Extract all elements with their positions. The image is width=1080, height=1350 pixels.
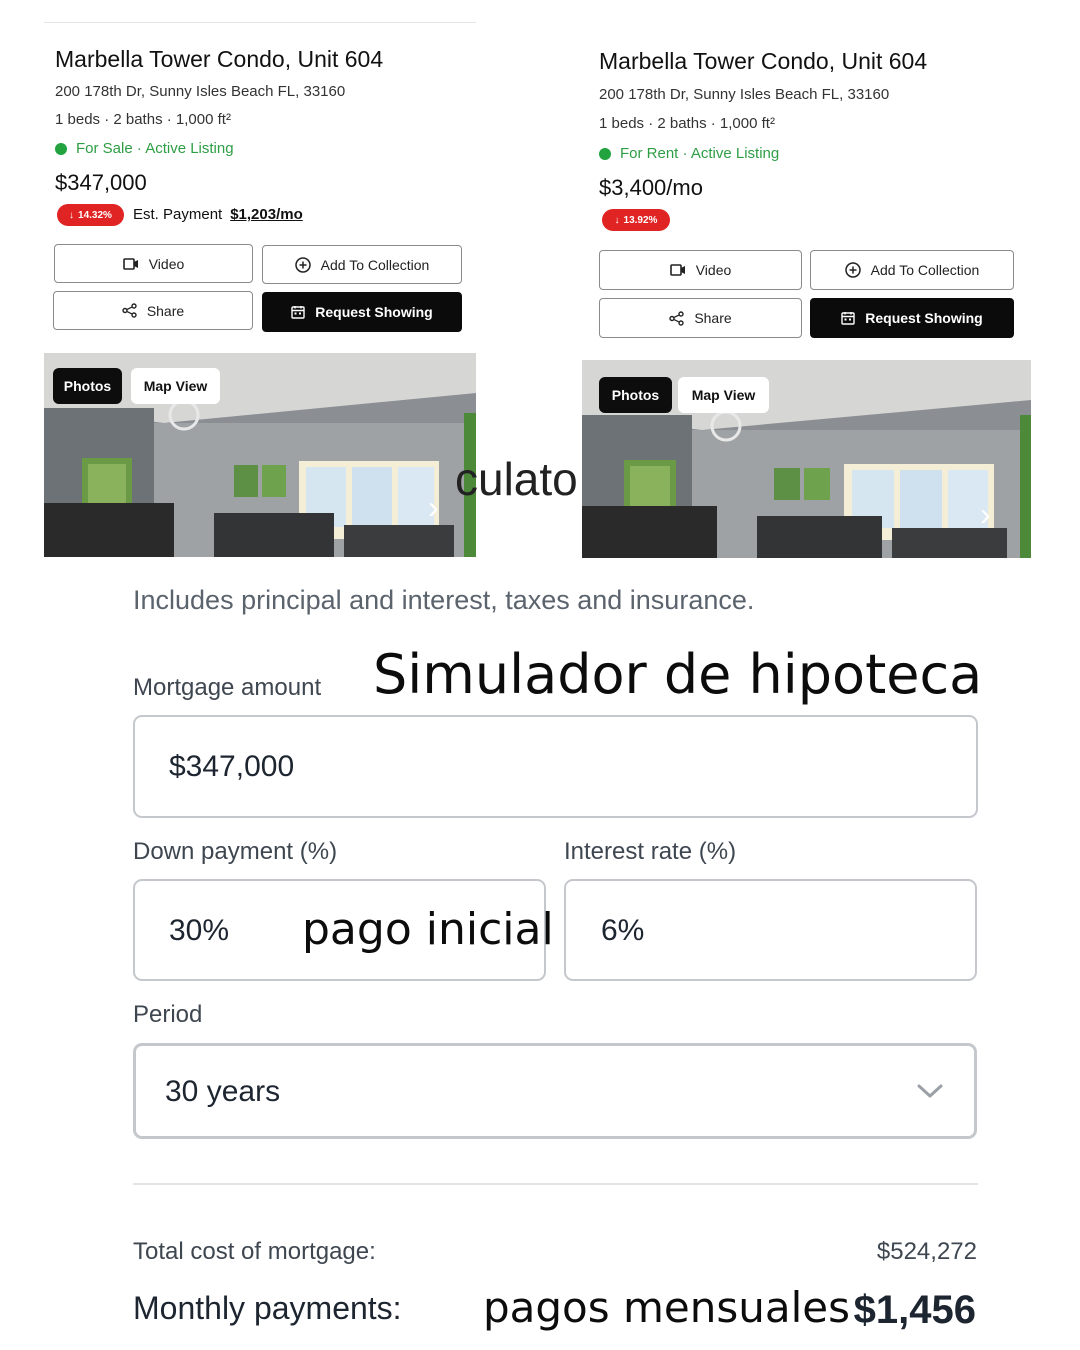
chevron-right-icon[interactable]: › bbox=[428, 491, 439, 523]
chevron-down-icon bbox=[916, 1082, 944, 1105]
video-camera-icon bbox=[669, 264, 686, 276]
est-payment-link[interactable]: $1,203/mo bbox=[230, 206, 303, 223]
simulator-overlay-text: Simulador de hipoteca bbox=[373, 643, 983, 706]
listing-photo[interactable]: Photos Map View › bbox=[582, 360, 1031, 558]
share-label: Share bbox=[694, 310, 732, 326]
calculator-subtitle: Includes principal and interest, taxes a… bbox=[133, 585, 755, 615]
est-payment: Est. Payment $1,203/mo bbox=[133, 206, 303, 223]
listing-address: 200 178th Dr, Sunny Isles Beach FL, 3316… bbox=[55, 83, 346, 100]
request-showing-label: Request Showing bbox=[315, 304, 433, 320]
video-button[interactable]: Video bbox=[54, 244, 253, 283]
calendar-icon bbox=[291, 305, 305, 319]
arrow-down-icon: ↓ bbox=[69, 209, 75, 221]
listing-specs: 1 beds · 2 baths · 1,000 ft² bbox=[55, 111, 231, 128]
monthly-payments-value: $1,456 bbox=[853, 1288, 976, 1332]
period-select[interactable]: 30 years bbox=[133, 1043, 977, 1139]
video-button[interactable]: Video bbox=[599, 250, 802, 290]
share-icon bbox=[669, 310, 685, 326]
mortgage-amount-label: Mortgage amount bbox=[133, 674, 322, 701]
divider bbox=[44, 22, 476, 23]
chevron-right-icon[interactable]: › bbox=[980, 498, 991, 530]
plus-circle-icon bbox=[844, 262, 861, 278]
share-button[interactable]: Share bbox=[599, 298, 802, 338]
down-payment-overlay-text: pago inicial bbox=[302, 904, 554, 955]
listing-photo[interactable]: Photos Map View › bbox=[44, 353, 476, 557]
interest-rate-input[interactable]: 6% bbox=[564, 879, 977, 981]
price-change-value: 14.32% bbox=[78, 209, 112, 221]
listing-address: 200 178th Dr, Sunny Isles Beach FL, 3316… bbox=[599, 86, 890, 103]
down-payment-value: 30% bbox=[169, 914, 230, 947]
calculator-heading-partial: culato bbox=[455, 453, 578, 505]
calendar-icon bbox=[841, 311, 855, 325]
listing-title: Marbella Tower Condo, Unit 604 bbox=[599, 48, 928, 74]
request-showing-button[interactable]: Request Showing bbox=[262, 292, 462, 332]
price-change-badge: ↓ 14.32% bbox=[57, 204, 124, 226]
share-button[interactable]: Share bbox=[53, 291, 253, 330]
plus-circle-icon bbox=[294, 256, 311, 273]
arrow-down-icon: ↓ bbox=[614, 214, 620, 226]
listing-status: For Rent · Active Listing bbox=[599, 145, 779, 162]
tab-map-view[interactable]: Map View bbox=[678, 377, 769, 413]
add-to-collection-button[interactable]: Add To Collection bbox=[262, 245, 462, 284]
share-label: Share bbox=[146, 302, 185, 319]
mortgage-amount-input[interactable]: $347,000 bbox=[133, 715, 978, 818]
status-text: For Rent · Active Listing bbox=[620, 145, 780, 162]
listing-status: For Sale · Active Listing bbox=[55, 140, 234, 157]
listing-specs: 1 beds · 2 baths · 1,000 ft² bbox=[599, 115, 775, 132]
mortgage-amount-value: $347,000 bbox=[169, 750, 295, 783]
video-label: Video bbox=[148, 255, 185, 272]
tab-map-view[interactable]: Map View bbox=[131, 368, 220, 404]
period-label: Period bbox=[133, 1001, 203, 1028]
down-payment-label: Down payment (%) bbox=[133, 838, 338, 865]
listing-price: $3,400/mo bbox=[599, 175, 703, 200]
total-cost-label: Total cost of mortgage: bbox=[133, 1238, 376, 1265]
tab-photos[interactable]: Photos bbox=[599, 377, 672, 413]
request-showing-button[interactable]: Request Showing bbox=[810, 298, 1014, 338]
video-label: Video bbox=[695, 262, 732, 278]
listing-price: $347,000 bbox=[55, 170, 147, 195]
divider bbox=[133, 1183, 978, 1185]
est-payment-label: Est. Payment bbox=[133, 206, 223, 223]
add-to-collection-label: Add To Collection bbox=[320, 256, 430, 273]
interest-rate-label: Interest rate (%) bbox=[564, 838, 737, 865]
monthly-payments-label: Monthly payments: bbox=[133, 1290, 402, 1326]
total-cost-value: $524,272 bbox=[876, 1238, 977, 1265]
tab-photos[interactable]: Photos bbox=[53, 368, 122, 404]
listing-title: Marbella Tower Condo, Unit 604 bbox=[55, 46, 384, 72]
status-dot bbox=[55, 142, 67, 155]
period-value: 30 years bbox=[165, 1075, 281, 1108]
video-camera-icon bbox=[122, 257, 139, 270]
add-to-collection-label: Add To Collection bbox=[870, 262, 980, 278]
interest-rate-value: 6% bbox=[601, 914, 645, 947]
share-icon bbox=[122, 303, 137, 318]
status-text: For Sale · Active Listing bbox=[76, 140, 234, 157]
price-change-value: 13.92% bbox=[623, 214, 658, 226]
price-change-badge: ↓ 13.92% bbox=[602, 209, 670, 231]
status-dot bbox=[599, 147, 611, 160]
request-showing-label: Request Showing bbox=[865, 310, 983, 326]
monthly-overlay-text: pagos mensuales bbox=[483, 1283, 850, 1332]
add-to-collection-button[interactable]: Add To Collection bbox=[810, 250, 1014, 290]
